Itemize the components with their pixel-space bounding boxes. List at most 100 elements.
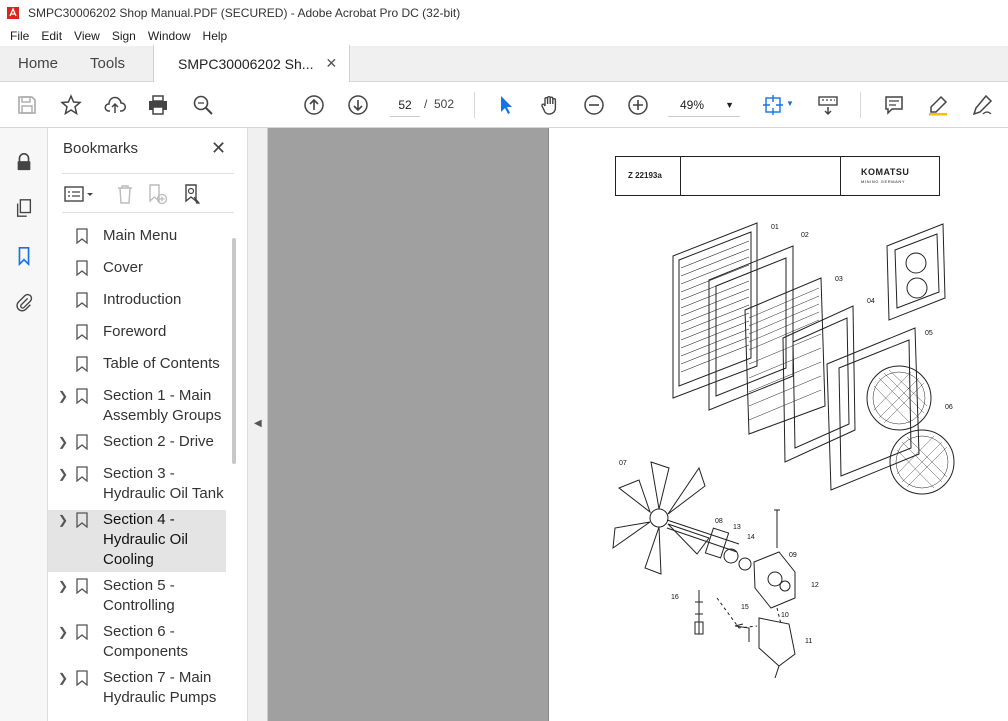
chevron-right-icon[interactable]: ❯ [58,510,72,572]
keyboard-scroll-icon[interactable] [816,93,840,117]
bookmark-label: Section 6 - Components [103,623,189,660]
attachment-icon[interactable] [12,290,36,314]
bookmark-label: Table of Contents [103,355,220,372]
menu-file[interactable]: File [4,29,35,43]
panel-collapse-handle[interactable]: ◀ [248,128,268,721]
chevron-right-icon[interactable]: ❯ [58,668,72,708]
page-number-input[interactable]: 52 [389,93,421,117]
next-page-icon[interactable] [346,93,370,117]
bookmark-icon [76,386,90,426]
bookmark-label: Section 1 - Main Assembly Groups [103,387,222,424]
fit-page-icon[interactable] [761,93,785,117]
bookmarks-panel: Bookmarks ✕ Main Menu Cover Introduction… [48,128,248,721]
chevron-right-icon[interactable]: ❯ [58,386,72,426]
toolbar-divider [860,92,861,118]
bookmark-options-icon[interactable] [64,183,94,208]
new-bookmark-icon[interactable] [146,183,168,208]
bookmark-icon [76,354,90,378]
sign-pen-icon[interactable] [970,93,994,117]
bookmark-section-5[interactable]: ❯ Section 5 - Controlling [48,576,226,616]
hand-tool-icon[interactable] [538,93,562,117]
bookmark-icon [76,258,90,282]
chevron-right-icon[interactable]: ❯ [58,576,72,616]
print-icon[interactable] [146,93,170,117]
bookmark-foreword[interactable]: Foreword [48,322,226,346]
comment-icon[interactable] [882,93,906,117]
bookmark-section-6[interactable]: ❯ Section 6 - Components [48,622,226,662]
page-thumbnails-icon[interactable] [12,196,36,220]
page-separator: / [424,97,428,111]
bookmark-icon [76,576,90,616]
toolbar-divider [474,92,475,118]
menu-sign[interactable]: Sign [106,29,142,43]
toolbar: 52 / 502 49% ▼ ▼ [0,82,1008,128]
menu-edit[interactable]: Edit [35,29,68,43]
bookmark-label: Section 4 - Hydraulic Oil Cooling [103,511,189,568]
lock-icon[interactable] [12,150,36,174]
bookmark-icon [76,226,90,250]
bookmark-section-2[interactable]: ❯ Section 2 - Drive [48,432,226,456]
tab-home[interactable]: Home [0,45,76,81]
chevron-right-icon[interactable]: ❯ [58,432,72,456]
save-icon[interactable] [15,93,39,117]
bookmark-introduction[interactable]: Introduction [48,290,226,314]
part-label: 16 [671,594,679,601]
menu-help[interactable]: Help [197,29,234,43]
highlight-pen-icon[interactable] [926,93,950,117]
part-label: 06 [945,404,953,411]
zoom-level-select[interactable]: 49% ▼ [668,93,740,117]
bookmark-icon [76,290,90,314]
bookmarks-scrollbar[interactable] [232,238,236,464]
part-label: 01 [771,224,779,231]
tab-bar: Home Tools SMPC30006202 Sh... ✕ [0,45,1008,82]
bookmark-section-7[interactable]: ❯ Section 7 - Main Hydraulic Pumps [48,668,226,708]
previous-page-icon[interactable] [302,93,326,117]
collapse-arrow-icon: ◀ [254,418,262,429]
acrobat-app-icon [7,7,19,19]
bookmark-section-4[interactable]: ❯ Section 4 - Hydraulic Oil Cooling [48,510,226,572]
close-panel-icon[interactable]: ✕ [211,138,226,159]
zoom-search-icon[interactable] [191,93,215,117]
bookmark-table-of-contents[interactable]: Table of Contents [48,354,226,378]
window-title: SMPC30006202 Shop Manual.PDF (SECURED) -… [28,6,461,20]
part-label: 09 [789,552,797,559]
bookmark-main-menu[interactable]: Main Menu [48,226,226,250]
total-pages: 502 [434,97,455,111]
delete-bookmark-icon[interactable] [114,183,136,208]
zoom-in-icon[interactable] [626,93,650,117]
bookmark-label: Main Menu [103,227,178,244]
pdf-page[interactable]: Z 22193a KOMATSU MINING GERMANY 01 02 03… [548,128,1008,721]
part-label: 02 [801,232,809,239]
close-tab-icon[interactable]: ✕ [325,55,337,72]
bookmark-icon [76,464,90,504]
menu-window[interactable]: Window [142,29,197,43]
part-label: 13 [733,524,741,531]
cloud-upload-icon[interactable] [103,93,127,117]
part-label: 12 [811,582,819,589]
tab-document-label: SMPC30006202 Sh... [178,55,314,72]
bookmark-section-3[interactable]: ❯ Section 3 - Hydraulic Oil Tank [48,464,226,504]
bookmark-cover[interactable]: Cover [48,258,226,282]
tab-document[interactable]: SMPC30006202 Sh... ✕ [153,45,351,82]
part-label: 14 [747,534,755,541]
bookmark-label: Introduction [103,291,182,308]
bookmark-section-1[interactable]: ❯ Section 1 - Main Assembly Groups [48,386,226,426]
bookmark-icon [76,510,90,572]
menu-view[interactable]: View [68,29,106,43]
bookmark-label: Section 3 - Hydraulic Oil Tank [103,465,224,502]
fit-dropdown-icon[interactable]: ▼ [786,99,794,108]
part-label: 03 [835,276,843,283]
find-bookmark-icon[interactable] [182,183,204,208]
chevron-right-icon[interactable]: ❯ [58,622,72,662]
select-cursor-icon[interactable] [494,93,518,117]
part-label: 07 [619,460,627,467]
zoom-out-icon[interactable] [582,93,606,117]
star-icon[interactable] [59,93,83,117]
bookmark-icon [76,668,90,708]
bookmark-icon [76,622,90,662]
bookmarks-title: Bookmarks [63,140,139,157]
bookmark-label: Section 5 - Controlling [103,577,175,614]
bookmark-panel-icon[interactable] [12,244,36,268]
tab-tools[interactable]: Tools [76,45,143,81]
chevron-right-icon[interactable]: ❯ [58,464,72,504]
